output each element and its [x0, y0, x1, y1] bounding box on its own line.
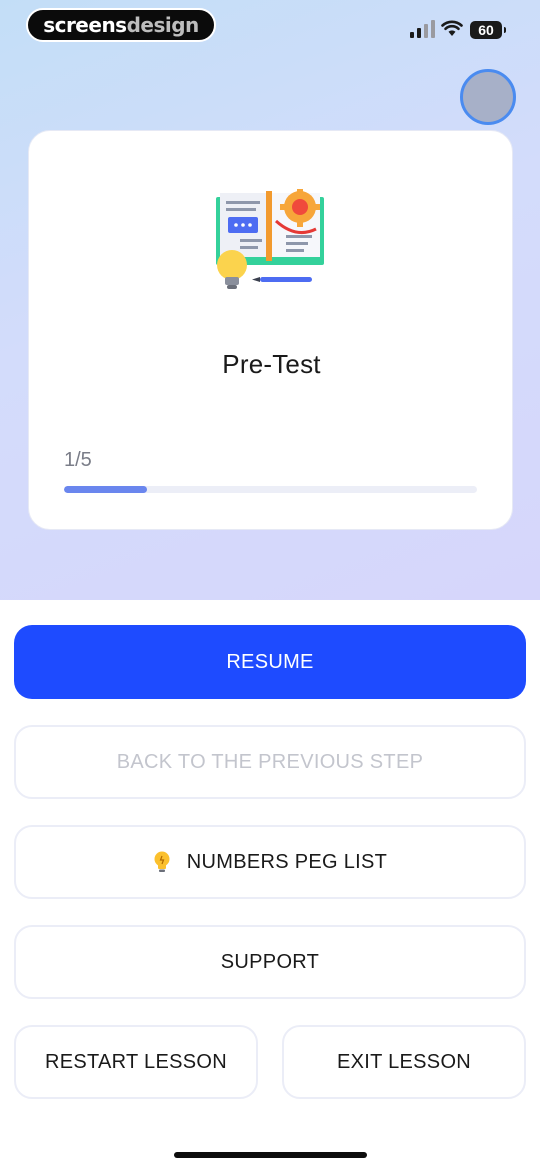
resume-button[interactable]: RESUME	[14, 625, 526, 699]
exit-button-label: EXIT LESSON	[336, 1050, 472, 1073]
support-button-label: SUPPORT	[220, 950, 320, 973]
home-indicator	[174, 1152, 367, 1158]
progress-bar	[64, 486, 477, 493]
restart-button-label: RESTART LESSON	[44, 1050, 228, 1073]
lightbulb-icon	[154, 851, 170, 872]
progress-counter: 1/5	[64, 449, 92, 471]
book-lesson-illustration	[216, 189, 324, 289]
status-bar: screensdesign 60	[0, 0, 540, 56]
resume-button-label: RESUME	[226, 650, 314, 673]
brand-logo-part2: design	[126, 13, 200, 37]
peg-list-button-label: NUMBERS PEG LIST	[186, 850, 388, 873]
brand-logo-part1: screens	[43, 13, 127, 37]
battery-icon: 60	[470, 21, 506, 39]
back-to-previous-step-button[interactable]: BACK TO THE PREVIOUS STEP	[14, 725, 526, 799]
back-button-label: BACK TO THE PREVIOUS STEP	[116, 750, 424, 773]
support-button[interactable]: SUPPORT	[14, 925, 526, 999]
exit-lesson-button[interactable]: EXIT LESSON	[282, 1025, 526, 1099]
cellular-signal-icon	[410, 20, 435, 38]
wifi-icon	[441, 20, 463, 36]
hero-background: screensdesign 60 Pre-Test 1/5	[0, 0, 540, 600]
lesson-card: Pre-Test 1/5	[28, 130, 513, 530]
progress-bar-fill	[64, 486, 147, 493]
restart-lesson-button[interactable]: RESTART LESSON	[14, 1025, 258, 1099]
brand-logo: screensdesign	[26, 8, 216, 42]
battery-level: 60	[478, 22, 494, 38]
avatar[interactable]	[460, 69, 516, 125]
lesson-title: Pre-Test	[222, 349, 321, 379]
numbers-peg-list-button[interactable]: NUMBERS PEG LIST	[14, 825, 526, 899]
